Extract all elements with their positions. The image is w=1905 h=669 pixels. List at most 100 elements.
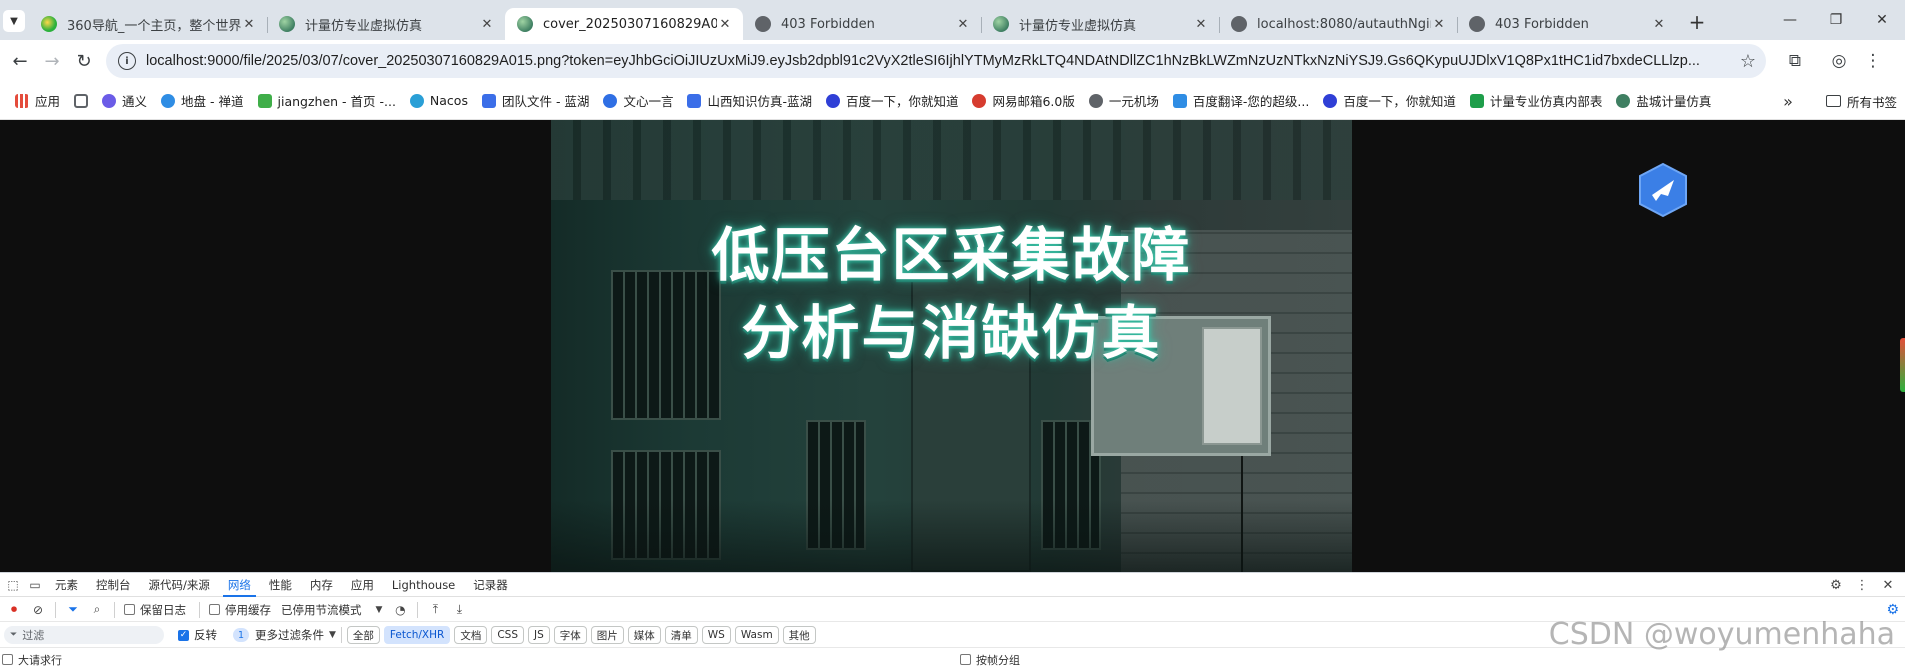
devtools-tab-performance[interactable]: 性能 xyxy=(260,573,301,597)
bookmark-star-icon[interactable]: ☆ xyxy=(1740,51,1756,72)
checkbox-box-checked[interactable]: ✓ xyxy=(178,629,189,641)
all-bookmarks-button[interactable]: 所有书签 xyxy=(1825,87,1897,115)
reload-icon[interactable]: ↻ xyxy=(68,45,100,77)
tab-favicon-icon xyxy=(1469,16,1485,32)
browser-tab[interactable]: 计量仿专业虚拟仿真 ✕ xyxy=(981,8,1219,40)
extensions-puzzle-icon[interactable]: ⧉ xyxy=(1778,44,1812,78)
browser-tab[interactable]: 403 Forbidden ✕ xyxy=(1457,8,1677,40)
browser-tab-active[interactable]: cover_20250307160829A015.png ✕ xyxy=(505,8,743,40)
cover-floor xyxy=(551,500,1352,572)
checkbox-box[interactable] xyxy=(2,654,13,665)
import-upload-icon[interactable]: ⤒ xyxy=(423,599,447,621)
browser-tab[interactable]: 360导航_一个主页，整个世界 ✕ xyxy=(29,8,267,40)
devtools-tab-application[interactable]: 应用 xyxy=(342,573,383,597)
filter-chip-js[interactable]: JS xyxy=(528,626,550,644)
filter-chip-media[interactable]: 媒体 xyxy=(627,626,661,644)
side-edge-tab[interactable] xyxy=(1900,338,1905,392)
bookmark-item[interactable]: 百度一下，你就知道 xyxy=(1316,87,1463,115)
devtools-settings-gear-icon[interactable]: ⚙ xyxy=(1823,573,1849,597)
devtools-tab-lighthouse[interactable]: Lighthouse xyxy=(383,573,464,597)
devtools-tab-sources[interactable]: 源代码/来源 xyxy=(140,573,219,597)
checkbox-box[interactable] xyxy=(124,604,135,615)
tab-close-icon[interactable]: ✕ xyxy=(1431,16,1447,32)
address-bar[interactable]: i localhost:9000/file/2025/03/07/cover_2… xyxy=(106,44,1766,78)
browser-tab[interactable]: 计量仿专业虚拟仿真 ✕ xyxy=(267,8,505,40)
devtools-tab-elements[interactable]: 元素 xyxy=(46,573,87,597)
browser-tab[interactable]: 403 Forbidden ✕ xyxy=(743,8,981,40)
browser-tab[interactable]: localhost:8080/autauthNginx ✕ xyxy=(1219,8,1457,40)
new-tab-plus-icon[interactable]: + xyxy=(1683,8,1711,36)
address-url[interactable]: localhost:9000/file/2025/03/07/cover_202… xyxy=(146,53,1740,69)
tab-close-icon[interactable]: ✕ xyxy=(1193,16,1209,32)
filter-chip-ws[interactable]: WS xyxy=(701,626,731,644)
checkbox-box[interactable] xyxy=(960,654,971,665)
filter-chip-css[interactable]: CSS xyxy=(491,626,524,644)
profile-avatar-icon[interactable]: ◎ xyxy=(1822,44,1856,78)
device-toolbar-icon[interactable]: ▭ xyxy=(24,574,46,596)
throttle-select[interactable]: 已停用节流模式 ▼ xyxy=(281,602,382,618)
site-info-icon[interactable]: i xyxy=(118,52,136,70)
filter-chip-all[interactable]: 全部 xyxy=(346,626,380,644)
bookmark-item[interactable]: 地盘 - 禅道 xyxy=(154,87,250,115)
inspect-element-icon[interactable]: ⬚ xyxy=(2,574,24,596)
tab-title: 360导航_一个主页，整个世界 xyxy=(67,18,241,34)
preserve-log-checkbox[interactable]: 保留日志 xyxy=(124,602,186,618)
tab-close-icon[interactable]: ✕ xyxy=(1651,16,1667,32)
devtools-close-icon[interactable]: ✕ xyxy=(1875,573,1901,597)
devtools-tab-console[interactable]: 控制台 xyxy=(87,573,140,597)
bookmark-item[interactable]: 盐城计量仿真 xyxy=(1609,87,1718,115)
close-window-icon[interactable]: ✕ xyxy=(1859,0,1905,40)
bookmark-item[interactable]: 一元机场 xyxy=(1082,87,1166,115)
tab-close-icon[interactable]: ✕ xyxy=(955,16,971,32)
bookmarks-overflow-chevron-icon[interactable]: » xyxy=(1774,87,1802,115)
bookmark-favicon-icon xyxy=(409,93,424,108)
bookmark-item[interactable]: 计量专业仿真内部表 xyxy=(1463,87,1610,115)
cover-title-line1: 低压台区采集故障 xyxy=(711,221,1192,289)
bookmark-item[interactable]: 文心一言 xyxy=(596,87,680,115)
devtools-tab-recorder[interactable]: 记录器 xyxy=(464,573,517,597)
filter-chip-img[interactable]: 图片 xyxy=(590,626,624,644)
bookmark-item[interactable]: 应用 xyxy=(8,87,67,115)
filter-chip-fetch-xhr[interactable]: Fetch/XHR xyxy=(383,626,451,644)
filter-chip-manifest[interactable]: 清单 xyxy=(664,626,698,644)
search-icon[interactable]: ⌕ xyxy=(85,599,109,621)
record-stop-icon[interactable]: ⏺ xyxy=(2,599,26,621)
filter-input[interactable]: ⏷ 过滤 xyxy=(4,626,164,644)
group-by-frame-checkbox[interactable]: 按帧分组 xyxy=(960,652,1020,668)
bookmark-item[interactable] xyxy=(67,87,95,115)
more-filters-dropdown[interactable]: 1 更多过滤条件 ▼ xyxy=(233,627,336,643)
devtools-tab-network[interactable]: 网络 xyxy=(219,573,260,597)
forward-arrow-icon[interactable]: → xyxy=(36,45,68,77)
bookmark-item[interactable]: jiangzhen - 首页 -... xyxy=(251,87,403,115)
filter-funnel-icon[interactable]: ⏷ xyxy=(61,599,85,621)
clear-icon[interactable]: ⊘ xyxy=(26,599,50,621)
checkbox-box[interactable] xyxy=(209,604,220,615)
tab-search-icon[interactable]: ▼ xyxy=(3,10,25,32)
network-conditions-wifi-icon[interactable]: ◔ xyxy=(388,599,412,621)
tab-close-icon[interactable]: ✕ xyxy=(479,16,495,32)
devtools-more-icon[interactable]: ⋮ xyxy=(1849,573,1875,597)
tab-close-icon[interactable]: ✕ xyxy=(241,16,257,32)
bookmark-item[interactable]: 百度一下，你就知道 xyxy=(819,87,966,115)
restore-icon[interactable]: ❐ xyxy=(1813,0,1859,40)
bookmark-item[interactable]: Nacos xyxy=(403,87,475,115)
disable-cache-checkbox[interactable]: 停用缓存 xyxy=(209,602,271,618)
filter-chip-font[interactable]: 字体 xyxy=(553,626,587,644)
bookmark-item[interactable]: 团队文件 - 蓝湖 xyxy=(475,87,596,115)
bookmark-item[interactable]: 山西知识仿真-蓝湖 xyxy=(680,87,819,115)
tab-close-icon[interactable]: ✕ xyxy=(717,16,733,32)
invert-checkbox[interactable]: ✓ 反转 xyxy=(178,627,217,643)
export-download-icon[interactable]: ⤓ xyxy=(447,599,471,621)
filter-chip-wasm[interactable]: Wasm xyxy=(734,626,779,644)
floating-bird-logo-icon[interactable] xyxy=(1637,162,1689,218)
big-request-rows-checkbox[interactable]: 大请求行 xyxy=(2,652,62,668)
more-menu-icon[interactable]: ⋮ xyxy=(1856,44,1890,78)
minimize-icon[interactable]: — xyxy=(1767,0,1813,40)
bookmark-item[interactable]: 百度翻译-您的超级... xyxy=(1166,87,1316,115)
filter-chip-other[interactable]: 其他 xyxy=(782,626,816,644)
bookmark-item[interactable]: 网易邮箱6.0版 xyxy=(965,87,1081,115)
filter-chip-doc[interactable]: 文档 xyxy=(454,626,488,644)
back-arrow-icon[interactable]: ← xyxy=(4,45,36,77)
devtools-tab-memory[interactable]: 内存 xyxy=(301,573,342,597)
bookmark-item[interactable]: 通义 xyxy=(95,87,154,115)
